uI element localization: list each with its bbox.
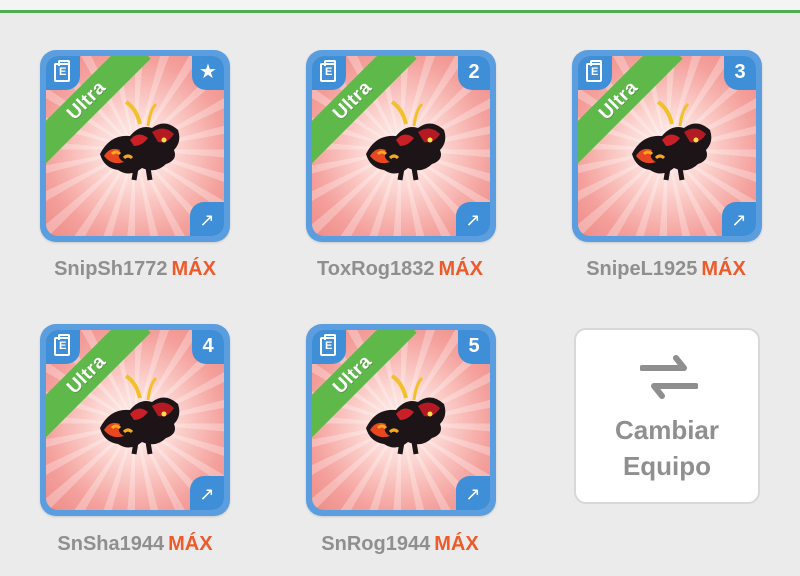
doc-letter: E (59, 340, 67, 352)
dragon-image (100, 100, 180, 181)
doc-letter: E (325, 66, 333, 78)
dragon-image (366, 374, 446, 455)
dragon-card-3[interactable]: Ultra E 3 ↗ (572, 50, 762, 242)
switch-team-line2: Equipo (622, 451, 712, 481)
dragon-name-text: ToxRog1832 (317, 258, 435, 280)
dragon-image (632, 100, 712, 181)
switch-team-line1: Cambiar (614, 415, 720, 445)
dragon-image (100, 374, 180, 455)
level-label: MÁX (171, 258, 216, 280)
dragon-name-2: ToxRog1832 MÁX (290, 258, 510, 281)
slot-number-badge: 5 (458, 330, 490, 364)
doc-letter: E (59, 66, 67, 78)
arrow-element-icon: ↗ (456, 202, 490, 236)
dragon-name-text: SnRog1944 (321, 533, 431, 555)
doc-icon[interactable]: E (54, 334, 70, 356)
swap-arrows-icon (640, 355, 698, 399)
doc-icon[interactable]: E (320, 334, 336, 356)
arrow-element-icon: ↗ (190, 476, 224, 510)
dragon-name-text: SnSha1944 (57, 533, 165, 555)
corner-doc: E (46, 56, 80, 90)
doc-icon[interactable]: E (54, 60, 70, 82)
corner-doc: E (578, 56, 612, 90)
dragon-image (366, 100, 446, 181)
dragon-name-1: SnipSh1772 MÁX (25, 258, 245, 281)
level-label: MÁX (701, 258, 746, 280)
card-background: Ultra E 5 ↗ (312, 330, 490, 510)
card-background: Ultra E 2 ↗ (312, 56, 490, 236)
dragon-card-2[interactable]: Ultra E 2 ↗ (306, 50, 496, 242)
switch-team-button[interactable]: Cambiar Equipo (574, 328, 760, 504)
arrow-element-icon: ↗ (190, 202, 224, 236)
corner-doc: E (312, 56, 346, 90)
doc-letter: E (325, 340, 333, 352)
card-background: Ultra E 4 ↗ (46, 330, 224, 510)
dragon-card-1[interactable]: Ultra E ★ ↗ (40, 50, 230, 242)
card-background: Ultra E 3 ↗ (578, 56, 756, 236)
dragon-card-4[interactable]: Ultra E 4 ↗ (40, 324, 230, 516)
arrow-element-icon: ↗ (722, 202, 756, 236)
arrow-element-icon: ↗ (456, 476, 490, 510)
corner-doc: E (46, 330, 80, 364)
slot-number-badge: 4 (192, 330, 224, 364)
switch-team-label: Cambiar Equipo (576, 412, 758, 484)
top-divider (0, 0, 800, 13)
corner-doc: E (312, 330, 346, 364)
level-label: MÁX (438, 258, 483, 280)
level-label: MÁX (434, 533, 479, 555)
dragon-name-text: SnipSh1772 (54, 258, 168, 280)
slot-number-badge: 2 (458, 56, 490, 90)
dragon-name-5: SnRog1944 MÁX (290, 533, 510, 556)
card-background: Ultra E ★ ↗ (46, 56, 224, 236)
doc-letter: E (591, 66, 599, 78)
dragon-name-4: SnSha1944 MÁX (25, 533, 245, 556)
dragon-card-5[interactable]: Ultra E 5 ↗ (306, 324, 496, 516)
level-label: MÁX (168, 533, 213, 555)
dragon-name-text: SnipeL1925 (586, 258, 698, 280)
slot-number-badge: 3 (724, 56, 756, 90)
doc-icon[interactable]: E (320, 60, 336, 82)
doc-icon[interactable]: E (586, 60, 602, 82)
dragon-name-3: SnipeL1925 MÁX (556, 258, 776, 281)
star-icon: ★ (192, 56, 224, 90)
